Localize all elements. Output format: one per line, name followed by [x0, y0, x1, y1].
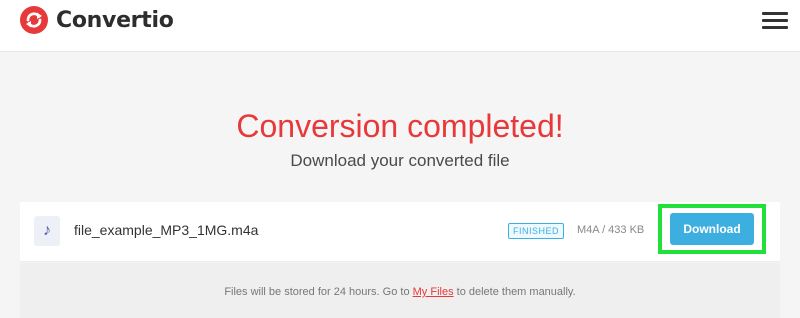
- status-badge: FINISHED: [508, 223, 565, 239]
- download-button[interactable]: Download: [670, 213, 754, 245]
- file-row: ♪ file_example_MP3_1MG.m4a FINISHED M4A …: [20, 202, 780, 262]
- storage-note-suffix: to delete them manually.: [453, 286, 576, 298]
- file-name: file_example_MP3_1MG.m4a: [74, 222, 259, 238]
- page-subtitle: Download your converted file: [290, 151, 510, 170]
- file-format-size: M4A / 433 KB: [577, 224, 645, 236]
- logo-text: Convertio: [56, 7, 174, 33]
- music-note-icon: ♪: [34, 216, 60, 246]
- storage-note-prefix: Files will be stored for 24 hours. Go to: [224, 286, 413, 298]
- logo[interactable]: Convertio: [20, 6, 174, 34]
- top-header: Convertio: [0, 0, 800, 52]
- my-files-link[interactable]: My Files: [413, 286, 454, 298]
- page-title: Conversion completed!: [236, 108, 564, 144]
- hamburger-menu-icon[interactable]: [762, 10, 788, 30]
- storage-note: Files will be stored for 24 hours. Go to…: [0, 286, 800, 298]
- convertio-logo-icon: [20, 6, 48, 34]
